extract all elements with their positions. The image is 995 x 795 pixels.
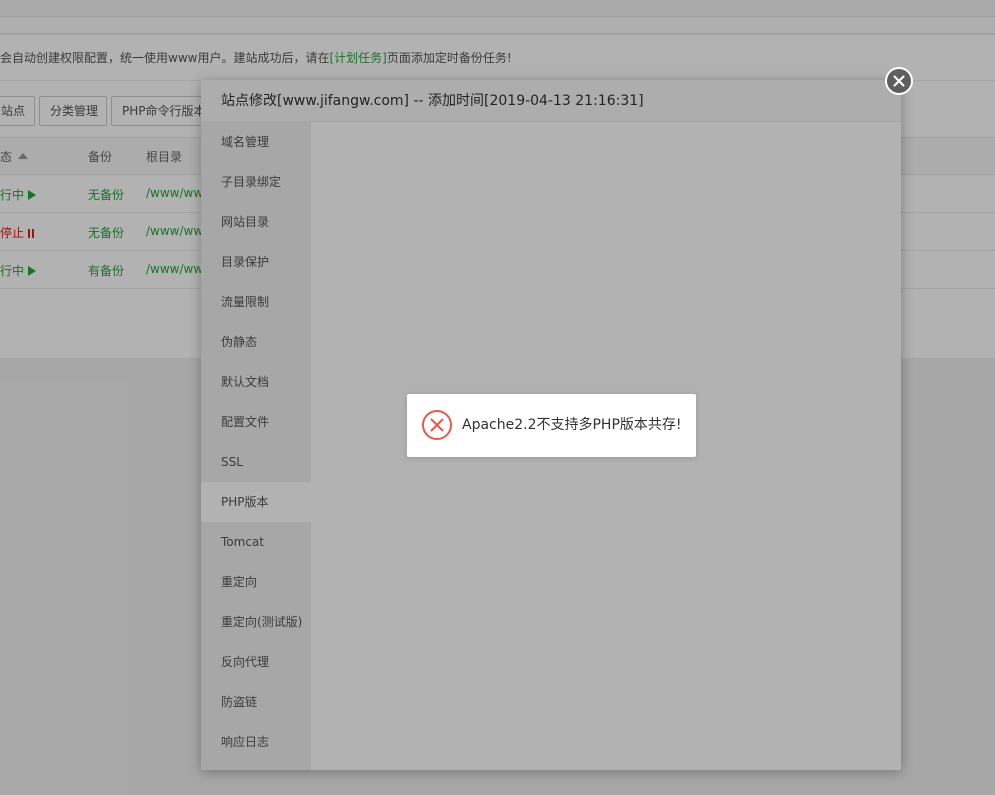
- toast-message: Apache2.2不支持多PHP版本共存!: [462, 417, 682, 433]
- close-button[interactable]: [885, 67, 913, 95]
- close-icon: [893, 75, 905, 87]
- error-circle-icon: [422, 410, 452, 440]
- error-toast: Apache2.2不支持多PHP版本共存!: [407, 394, 696, 457]
